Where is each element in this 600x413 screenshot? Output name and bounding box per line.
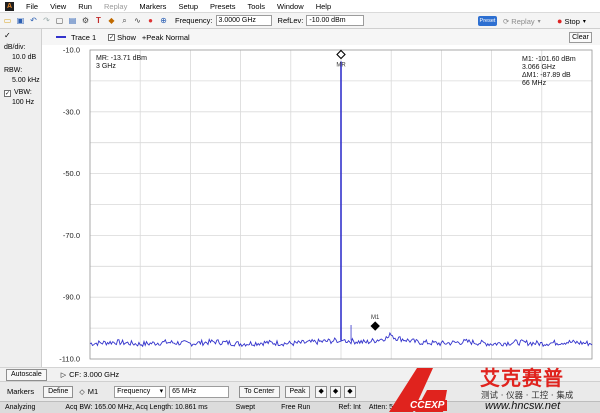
chevron-down-icon: ▾ bbox=[582, 18, 586, 25]
watermark: 艾克赛普 测试 · 仪器 · 工控 · 集成 CCEXP www.hncsw.n… bbox=[385, 360, 600, 413]
replay-button[interactable]: ⟳ Replay ▾ bbox=[503, 15, 541, 27]
vbw-checkbox[interactable]: ✓ bbox=[4, 90, 11, 97]
center-frequency-label: CF: 3.000 GHz bbox=[69, 370, 120, 379]
mr-marker-label: MR bbox=[336, 62, 346, 68]
menu-run[interactable]: Run bbox=[72, 2, 98, 11]
color-icon[interactable]: ● bbox=[145, 15, 156, 26]
chevron-down-icon: ▾ bbox=[537, 18, 541, 25]
replay-icon: ⟳ bbox=[503, 16, 510, 26]
trace-icon[interactable]: T bbox=[93, 15, 104, 26]
status-acquisition: Acq BW: 165.00 MHz, Acq Length: 10.861 m… bbox=[65, 404, 208, 411]
left-control-panel: ✓ dB/div: 10.0 dB RBW: 5.00 kHz ✓ VBW: 1… bbox=[0, 29, 42, 367]
m1-readout-line: M1: -101.60 dBm bbox=[522, 56, 576, 63]
mr-readout-line: MR: -13.71 dBm bbox=[96, 55, 147, 62]
stop-label: Stop bbox=[564, 16, 580, 26]
frequency-input[interactable]: 3.0000 GHz bbox=[215, 15, 272, 26]
undo-icon[interactable]: ↶ bbox=[28, 15, 39, 26]
marker-toggle-icon[interactable]: ◇ bbox=[79, 388, 84, 396]
settings-icon[interactable]: ⚙ bbox=[80, 15, 91, 26]
y-tick-label: -90.0 bbox=[63, 293, 80, 302]
menu-presets[interactable]: Presets bbox=[204, 2, 241, 11]
autoscale-button[interactable]: Autoscale bbox=[6, 368, 47, 381]
define-button[interactable]: Define bbox=[43, 385, 74, 398]
markers-label: Markers bbox=[7, 387, 35, 396]
trace-color-swatch bbox=[56, 36, 66, 38]
menu-replay[interactable]: Replay bbox=[98, 2, 133, 11]
vbw-value[interactable]: 100 Hz bbox=[12, 99, 34, 106]
m1-marker bbox=[370, 321, 380, 331]
menu-view[interactable]: View bbox=[44, 2, 72, 11]
spectrum-chart[interactable]: -10.0 -30.0 -50.0 -70.0 -90.0 -110.0 MR M1 MR: -… bbox=[42, 45, 600, 367]
reflev-input[interactable]: -10.00 dBm bbox=[306, 15, 365, 26]
mr-readout-line: 3 GHz bbox=[96, 63, 116, 70]
menu-markers[interactable]: Markers bbox=[133, 2, 172, 11]
show-label: Show bbox=[117, 32, 136, 42]
app-window: A File View Run Replay Markers Setup Pre… bbox=[0, 0, 600, 413]
next-peak-left-icon[interactable]: ◆ bbox=[315, 385, 327, 398]
rbw-value[interactable]: 5.00 kHz bbox=[12, 77, 40, 84]
menu-window[interactable]: Window bbox=[271, 2, 310, 11]
peak-button[interactable]: Peak bbox=[284, 385, 311, 398]
trace-header: Trace 1 ✓ Show +Peak Normal bbox=[42, 29, 600, 45]
replay-label: Replay bbox=[511, 16, 535, 26]
vbw-label: VBW: bbox=[14, 89, 32, 96]
marker-icon[interactable]: ◆ bbox=[106, 15, 117, 26]
chevron-down-icon: ▾ bbox=[159, 387, 164, 395]
spectrum-plot[interactable]: -10.0 -30.0 -50.0 -70.0 -90.0 -110.0 MR M1 MR: -… bbox=[42, 45, 600, 367]
marker-parameter-value: Frequency bbox=[117, 387, 151, 395]
peak-search-icon[interactable]: ⌕ bbox=[119, 15, 130, 26]
watermark-url: www.hncsw.net bbox=[485, 400, 561, 412]
m1-readout-line: 66 MHz bbox=[522, 80, 547, 87]
app-logo: A bbox=[5, 1, 14, 11]
status-swept: Swept bbox=[235, 404, 256, 411]
m1-readout-line: 3.066 GHz bbox=[522, 64, 556, 71]
menu-file[interactable]: File bbox=[20, 2, 44, 11]
y-tick-label: -110.0 bbox=[59, 355, 80, 364]
show-checkbox[interactable]: ✓ bbox=[108, 33, 116, 41]
y-tick-label: -10.0 bbox=[63, 46, 80, 55]
db-div-value[interactable]: 10.0 dB bbox=[12, 54, 36, 61]
marker-frequency-input[interactable]: 65 MHz bbox=[169, 385, 230, 398]
menu-tools[interactable]: Tools bbox=[241, 2, 271, 11]
preset-button[interactable]: Preset bbox=[478, 16, 497, 26]
next-peak-up-icon[interactable]: ◆ bbox=[329, 385, 342, 398]
stop-icon: ● bbox=[557, 16, 563, 26]
detector-mode[interactable]: +Peak Normal bbox=[142, 33, 190, 42]
rbw-label: RBW: bbox=[4, 67, 23, 74]
m1-readout-line: ΔM1: -87.89 dB bbox=[522, 72, 571, 79]
expand-arrow-icon[interactable]: ▷ bbox=[61, 371, 66, 379]
next-peak-right-icon[interactable]: ◆ bbox=[344, 385, 356, 398]
clear-button[interactable]: Clear bbox=[569, 32, 592, 43]
save-icon[interactable]: ▣ bbox=[15, 15, 26, 26]
status-reference: Ref: Int bbox=[338, 404, 361, 411]
spectrum-icon[interactable]: ∿ bbox=[132, 15, 143, 26]
marker-parameter-select[interactable]: Frequency ▾ bbox=[114, 385, 167, 398]
status-state: Analyzing bbox=[5, 404, 36, 411]
menu-bar: A File View Run Replay Markers Setup Pre… bbox=[0, 0, 600, 13]
reflev-label: RefLev: bbox=[277, 16, 304, 25]
menu-help[interactable]: Help bbox=[310, 2, 337, 11]
menu-setup[interactable]: Setup bbox=[172, 2, 204, 11]
y-tick-label: -30.0 bbox=[63, 107, 80, 116]
display-icon[interactable]: ▤ bbox=[67, 15, 78, 26]
frequency-label: Frequency: bbox=[175, 16, 213, 25]
open-folder-icon[interactable]: ▭ bbox=[2, 15, 13, 26]
db-div-label: dB/div: bbox=[4, 44, 26, 51]
trace-selector[interactable]: Trace 1 bbox=[71, 33, 96, 42]
status-run-mode: Free Run bbox=[281, 404, 311, 411]
zoom-icon[interactable]: ⊕ bbox=[158, 15, 169, 26]
mr-marker bbox=[336, 49, 346, 60]
y-tick-label: -70.0 bbox=[63, 231, 80, 240]
y-tick-label: -50.0 bbox=[63, 169, 80, 178]
m1-marker-label: M1 bbox=[371, 315, 380, 321]
watermark-logo-text: CCEXP bbox=[407, 400, 448, 411]
check-icon[interactable]: ✓ bbox=[4, 31, 11, 40]
to-center-button[interactable]: To Center bbox=[239, 385, 280, 398]
marker-select[interactable]: M1 bbox=[88, 387, 98, 396]
watermark-brand: 艾克赛普 bbox=[480, 366, 564, 390]
redo-icon[interactable]: ↷ bbox=[41, 15, 52, 26]
window-icon[interactable]: ▢ bbox=[54, 15, 65, 26]
stop-button[interactable]: ● Stop ▾ bbox=[557, 15, 586, 27]
